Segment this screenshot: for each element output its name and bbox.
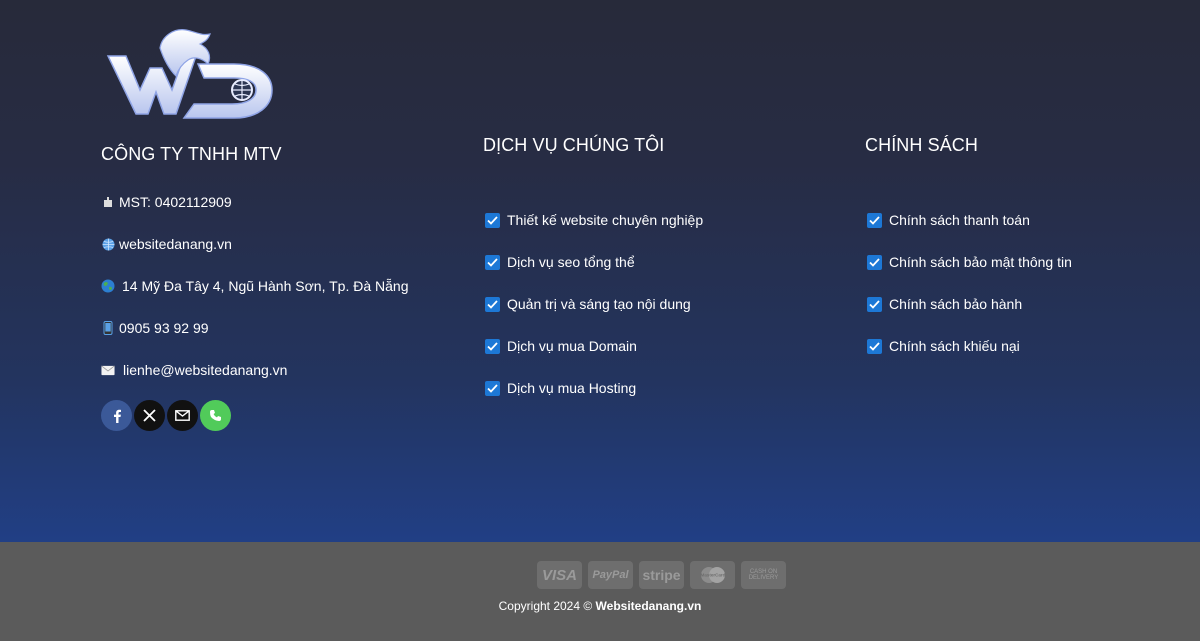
cash-on-delivery-icon: CASH ON DELIVERY (741, 561, 786, 589)
address-text: 14 Mỹ Đa Tây 4, Ngũ Hành Sơn, Tp. Đà Nẵn… (122, 278, 409, 294)
payment-icons: VISA PayPal stripe MasterCard CASH ON DE… (537, 561, 786, 589)
svg-text:MasterCard: MasterCard (700, 573, 725, 578)
brand-link[interactable]: Websitedanang.vn (596, 599, 702, 613)
policies-title: CHÍNH SÁCH (865, 135, 979, 155)
checkbox-icon (867, 338, 882, 354)
tax-code-text: MST: 0402112909 (119, 194, 232, 210)
checkbox-icon (867, 296, 882, 312)
policies-list: Chính sách thanh toán Chính sách bảo mật… (867, 199, 1072, 367)
list-item[interactable]: Dịch vụ seo tổng thể (485, 241, 703, 283)
phone-text[interactable]: 0905 93 92 99 (119, 320, 209, 336)
call-button[interactable] (200, 400, 231, 431)
list-item[interactable]: Quản trị và sáng tạo nội dung (485, 283, 703, 325)
email-button[interactable] (167, 400, 198, 431)
mail-icon (175, 410, 190, 421)
email-text[interactable]: lienhe@websitedanang.vn (123, 362, 287, 378)
list-item[interactable]: Thiết kế website chuyên nghiệp (485, 199, 703, 241)
list-item[interactable]: Chính sách khiếu nại (867, 325, 1072, 367)
list-item[interactable]: Dịch vụ mua Domain (485, 325, 703, 367)
checkbox-icon (485, 212, 500, 228)
checkbox-icon (867, 254, 882, 270)
office-icon (101, 195, 115, 209)
company-title: CÔNG TY TNHH MTV (101, 144, 282, 164)
globe-icon (101, 237, 115, 251)
list-item[interactable]: Chính sách thanh toán (867, 199, 1072, 241)
services-title: DỊCH VỤ CHÚNG TÔI (483, 135, 665, 155)
brand-logo[interactable] (104, 26, 276, 122)
facebook-icon (113, 409, 121, 423)
email-line[interactable]: lienhe@websitedanang.vn (101, 362, 287, 378)
phone-icon (210, 410, 221, 421)
list-item[interactable]: Dịch vụ mua Hosting (485, 367, 703, 409)
tax-code-line: MST: 0402112909 (101, 194, 232, 210)
checkbox-icon (485, 338, 500, 354)
envelope-icon (101, 363, 115, 377)
copyright-text: Copyright 2024 © Websitedanang.vn (498, 599, 702, 613)
paypal-icon: PayPal (588, 561, 633, 589)
footer-main: CÔNG TY TNHH MTV MST: 0402112909 website… (0, 0, 1200, 542)
earth-icon (101, 279, 115, 293)
mastercard-icon: MasterCard (690, 561, 735, 589)
checkbox-icon (485, 380, 500, 396)
website-line[interactable]: websitedanang.vn (101, 236, 232, 252)
address-line: 14 Mỹ Đa Tây 4, Ngũ Hành Sơn, Tp. Đà Nẵn… (101, 278, 408, 294)
list-item[interactable]: Chính sách bảo hành (867, 283, 1072, 325)
website-text[interactable]: websitedanang.vn (119, 236, 232, 252)
social-links (101, 400, 231, 431)
checkbox-icon (485, 296, 500, 312)
checkbox-icon (867, 212, 882, 228)
mobile-phone-icon (101, 321, 115, 335)
stripe-icon: stripe (639, 561, 684, 589)
list-item[interactable]: Chính sách bảo mật thông tin (867, 241, 1072, 283)
facebook-button[interactable] (101, 400, 132, 431)
services-list: Thiết kế website chuyên nghiệp Dịch vụ s… (485, 199, 703, 409)
phone-line[interactable]: 0905 93 92 99 (101, 320, 209, 336)
footer-bottom-bar: VISA PayPal stripe MasterCard CASH ON DE… (0, 542, 1200, 641)
x-icon (143, 409, 156, 422)
x-twitter-button[interactable] (134, 400, 165, 431)
visa-icon: VISA (537, 561, 582, 589)
checkbox-icon (485, 254, 500, 270)
